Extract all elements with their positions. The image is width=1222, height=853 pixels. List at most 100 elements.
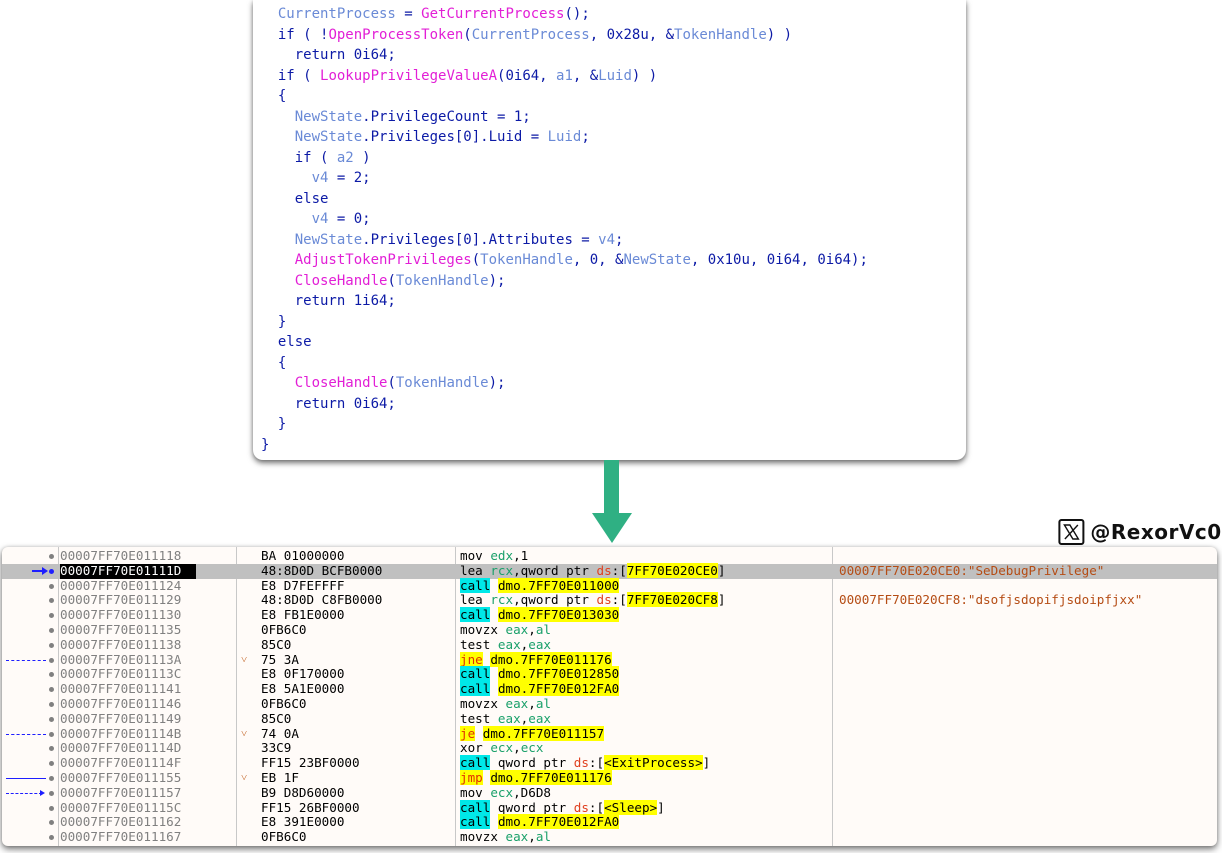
code-token: TokenHandle [674, 26, 767, 43]
address-cell[interactable]: 00007FF70E01114D [60, 740, 250, 756]
disasm-row[interactable]: 00007FF70E011162 E8 391E0000 call dmo.7FF7… [2, 814, 1217, 830]
breakpoint-dot-icon[interactable] [49, 790, 54, 796]
disasm-row[interactable]: 00007FF70E011124 E8 D7FEFFFF call dmo.7FF7… [2, 577, 1217, 594]
address-cell[interactable]: 00007FF70E011118 [60, 548, 250, 564]
breakpoint-dot-icon[interactable] [49, 628, 54, 633]
instruction-token: ecx [520, 740, 544, 756]
breakpoint-dot-icon[interactable] [49, 554, 54, 559]
disasm-row[interactable]: 00007FF70E01114B ˅ 74 0A je dmo.7FF70E01115… [2, 725, 1217, 742]
code-token: v4 [311, 211, 329, 227]
instruction-token: mov [460, 548, 491, 563]
bytes-cell: E8 5A1E0000 [261, 681, 345, 697]
code-token: { [261, 354, 287, 371]
disasm-row[interactable]: 00007FF70E011157 B9 D8D60000 mov ecx,D6D8 [2, 785, 1217, 801]
code-token: = 2; [328, 170, 371, 186]
breakpoint-dot-icon[interactable] [49, 820, 54, 826]
address-cell[interactable]: 00007FF70E01111D [60, 563, 250, 579]
disasm-row[interactable]: 00007FF70E01113A ˅ 75 3A jne dmo.7FF70E0111… [2, 651, 1217, 668]
address-cell[interactable]: 00007FF70E011141 [60, 681, 250, 697]
disasm-row[interactable]: 00007FF70E011141 E8 5A1E0000 call dmo.7FF7… [2, 681, 1217, 697]
breakpoint-dot-icon[interactable] [49, 835, 54, 841]
disasm-row[interactable]: 00007FF70E01114F FF15 23BF0000 call qword … [2, 755, 1217, 771]
address-cell[interactable]: 00007FF70E01114F [60, 755, 250, 771]
disasm-row[interactable]: 00007FF70E011129 48:8D0D C8FB0000 lea rcx,… [2, 592, 1217, 608]
disasm-row[interactable]: 00007FF70E01113C E8 0F170000 call dmo.7FF7… [2, 666, 1217, 682]
disasm-row[interactable]: 00007FF70E011149 85C0 test eax,eax [2, 711, 1217, 727]
instruction-cell: test eax,eax [460, 637, 832, 653]
bytes-cell: 74 0A [261, 725, 299, 741]
bytes-cell: BA 01000000 [261, 548, 345, 563]
disasm-row[interactable]: 00007FF70E011118 BA 01000000 mov edx,1 [2, 548, 1217, 564]
breakpoint-dot-icon[interactable] [49, 746, 54, 752]
breakpoint-dot-icon[interactable] [49, 642, 54, 648]
address-cell[interactable]: 00007FF70E01113C [60, 666, 250, 682]
code-token: ( [387, 375, 396, 391]
address-cell[interactable]: 00007FF70E011138 [60, 636, 250, 653]
address-cell[interactable]: 00007FF70E011149 [60, 711, 250, 727]
instruction-token: movzx [460, 696, 506, 711]
instruction-token: eax [505, 622, 529, 637]
disasm-row[interactable]: 00007FF70E01114D 33C9 xor ecx,ecx [2, 740, 1217, 756]
arrow-down-icon [604, 460, 619, 513]
disasm-row[interactable]: 00007FF70E011135 0FB6C0 movzx eax,al [2, 622, 1217, 638]
breakpoint-dot-icon[interactable] [49, 598, 54, 604]
breakpoint-dot-icon[interactable] [49, 583, 54, 589]
breakpoint-dot-icon[interactable] [49, 805, 54, 811]
instruction-cell: lea rcx,qword ptr ds:[7FF70E020CF8] [460, 592, 832, 608]
disasm-row[interactable]: 00007FF70E011146 0FB6C0 movzx eax,al [2, 696, 1217, 712]
address-cell[interactable]: 00007FF70E011130 [60, 607, 250, 623]
gutter [2, 564, 58, 579]
address-cell[interactable]: 00007FF70E01114B [60, 726, 250, 742]
breakpoint-dot-icon[interactable] [49, 568, 54, 574]
breakpoint-dot-icon[interactable] [49, 687, 54, 693]
code-line: } [261, 435, 966, 456]
address-cell[interactable]: 00007FF70E011146 [60, 696, 250, 712]
breakpoint-dot-icon[interactable] [49, 702, 54, 707]
disasm-row[interactable]: 00007FF70E01115C FF15 26BF0000 call qword … [2, 799, 1217, 816]
address-cell[interactable]: 00007FF70E011162 [60, 814, 250, 830]
disasm-row[interactable]: 00007FF70E011130 E8 FB1E0000 call dmo.7FF7… [2, 607, 1217, 623]
address-cell[interactable]: 00007FF70E011155 [60, 770, 250, 786]
disasm-row[interactable]: 00007FF70E011167 0FB6C0 movzx eax,al [2, 829, 1217, 845]
address-cell[interactable]: 00007FF70E01115C [60, 800, 250, 816]
breakpoint-dot-icon[interactable] [49, 657, 54, 663]
address-cell[interactable]: 00007FF70E011124 [60, 578, 250, 594]
disasm-row[interactable]: 00007FF70E01111D 48:8D0D BCFB0000 lea rcx,… [2, 562, 1217, 579]
breakpoint-dot-icon[interactable] [49, 761, 54, 767]
instruction-token: :[ [611, 562, 627, 578]
code-token: ); [488, 272, 506, 289]
address-cell[interactable]: 00007FF70E011135 [60, 622, 250, 638]
code-token: return 0i64; [261, 47, 396, 63]
disasm-row[interactable]: 00007FF70E011138 85C0 test eax,eax [2, 636, 1217, 653]
code-token: , 0x28u, & [589, 26, 675, 43]
address-cell[interactable]: 00007FF70E01113A [60, 652, 250, 668]
code-token: ) [353, 149, 371, 166]
breakpoint-dot-icon[interactable] [49, 716, 54, 722]
instruction-token: :[ [588, 799, 605, 815]
instruction-token: je [460, 725, 476, 741]
gutter [2, 801, 58, 816]
address-cell[interactable]: 00007FF70E011129 [60, 592, 250, 608]
code-token: NewState [294, 108, 363, 125]
code-line: if ( !OpenProcessToken(CurrentProcess, 0… [261, 25, 966, 46]
instruction-token: al [535, 622, 552, 637]
address-text: 00007FF70E011138 [60, 636, 182, 652]
instruction-token: xor [460, 740, 491, 756]
breakpoint-dot-icon[interactable] [49, 731, 54, 737]
x-logo-icon [1058, 519, 1085, 545]
code-token: TokenHandle [395, 375, 489, 391]
watermark: @RexorVc0 [1058, 515, 1221, 549]
code-line: { [261, 86, 966, 107]
breakpoint-dot-icon[interactable] [49, 672, 54, 678]
gutter [2, 815, 58, 830]
address-cell[interactable]: 00007FF70E011157 [60, 785, 250, 801]
breakpoint-dot-icon[interactable] [49, 613, 54, 619]
code-token: v4 [598, 231, 616, 248]
address-cell[interactable]: 00007FF70E011167 [60, 829, 250, 845]
disasm-row[interactable]: 00007FF70E011155 ˅ EB 1F jmp dmo.7FF70E0111… [2, 770, 1217, 786]
instruction-token: , [513, 740, 521, 756]
instruction-token: :[ [611, 592, 627, 608]
breakpoint-dot-icon[interactable] [49, 776, 54, 781]
code-token: } [261, 313, 287, 330]
